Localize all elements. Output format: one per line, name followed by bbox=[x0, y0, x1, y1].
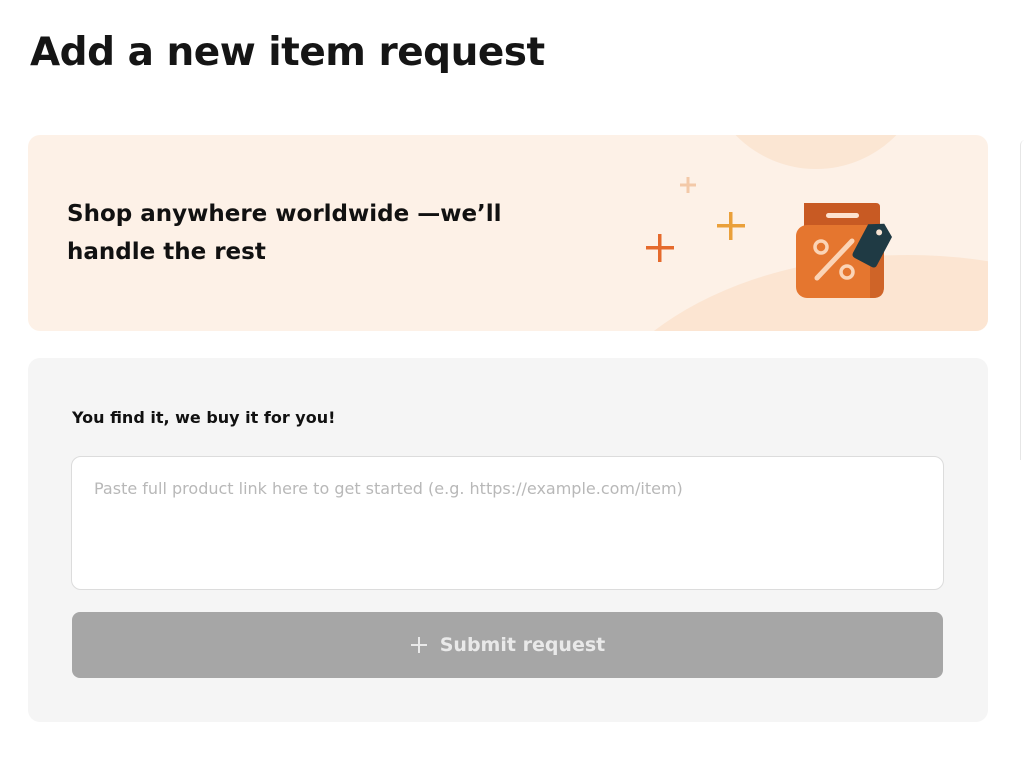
submit-button-label: Submit request bbox=[439, 634, 606, 656]
side-panel-edge bbox=[1020, 140, 1024, 460]
submit-request-button[interactable]: Submit request bbox=[72, 612, 943, 678]
product-link-input[interactable] bbox=[71, 456, 944, 590]
form-label: You find it, we buy it for you! bbox=[72, 408, 336, 427]
item-request-form: You find it, we buy it for you! Submit r… bbox=[28, 358, 988, 722]
sparkle-icon bbox=[680, 177, 696, 193]
banner-bottom-wave bbox=[654, 255, 988, 331]
banner-top-blob bbox=[735, 135, 897, 169]
plus-icon bbox=[410, 637, 427, 653]
page-title: Add a new item request bbox=[30, 30, 545, 75]
banner-headline: Shop anywhere worldwide —we’ll handle th… bbox=[67, 201, 502, 265]
sparkle-icon bbox=[717, 212, 745, 240]
shopping-bag-discount-icon bbox=[796, 203, 892, 298]
sparkle-icon bbox=[646, 234, 674, 262]
promo-banner: Shop anywhere worldwide —we’ll handle th… bbox=[28, 135, 988, 331]
page: Add a new item request Shop anywhere wor… bbox=[0, 0, 1024, 773]
